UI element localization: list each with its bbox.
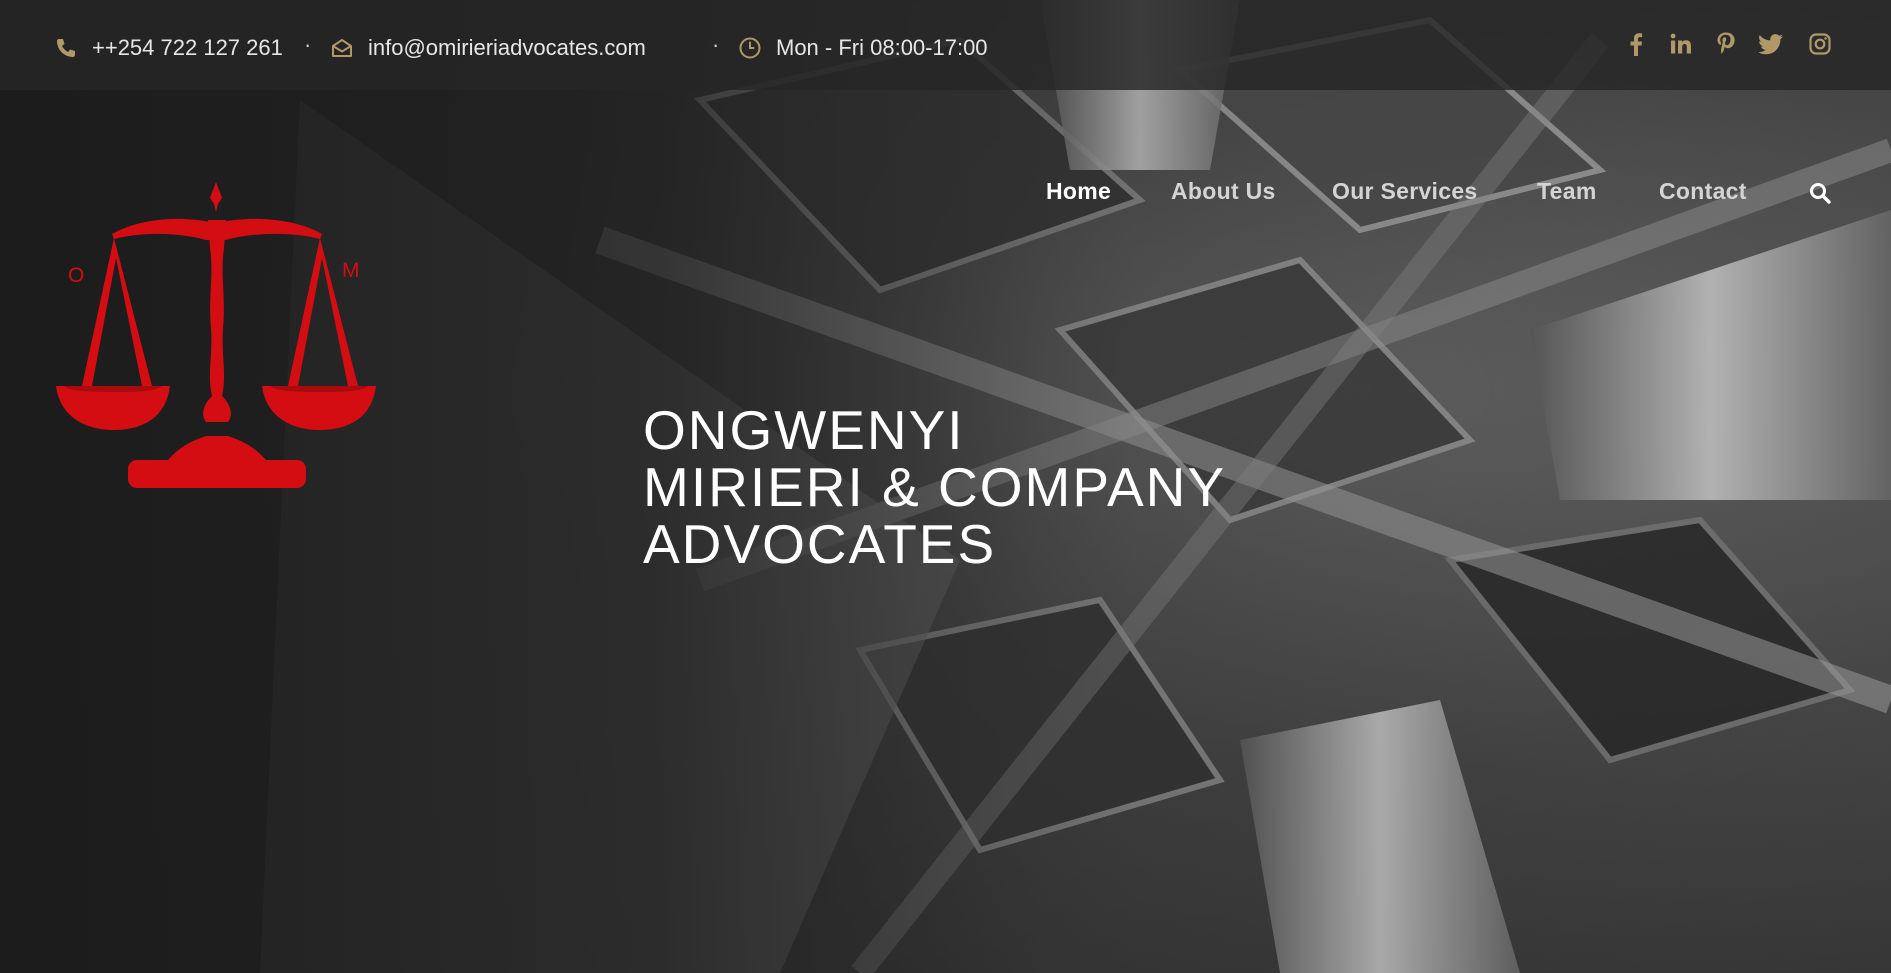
nav-our-services[interactable]: Our Services — [1332, 178, 1478, 205]
twitter-link[interactable] — [1755, 28, 1787, 60]
facebook-icon — [1630, 33, 1643, 56]
email-contact[interactable]: info@omirieriadvocates.com — [330, 30, 646, 66]
twitter-icon — [1758, 34, 1783, 55]
opening-hours: Mon - Fri 08:00-17:00 — [776, 35, 988, 60]
nav-about-us[interactable]: About Us — [1171, 178, 1276, 205]
scales-of-justice-logo[interactable]: O M — [50, 178, 385, 493]
search-icon — [1810, 183, 1831, 204]
instagram-link[interactable] — [1804, 28, 1836, 60]
headline-line-1: ONGWENYI — [643, 399, 965, 461]
pinterest-link[interactable] — [1710, 28, 1742, 60]
logo-letter-o: O — [68, 264, 84, 287]
hours-info: Mon - Fri 08:00-17:00 — [738, 30, 988, 66]
clock-icon — [739, 37, 761, 59]
phone-contact[interactable]: ++254 722 127 261 — [54, 30, 283, 66]
phone-icon — [57, 39, 75, 57]
instagram-icon — [1809, 33, 1831, 55]
pinterest-icon — [1717, 32, 1735, 54]
linkedin-icon — [1670, 33, 1691, 54]
nav-home[interactable]: Home — [1046, 178, 1111, 205]
envelope-open-icon — [332, 39, 352, 57]
top-contact-bar: ++254 722 127 261 · info@omirieriadvocat… — [0, 0, 1891, 90]
nav-contact[interactable]: Contact — [1659, 178, 1747, 205]
separator: · — [712, 32, 720, 57]
linkedin-link[interactable] — [1665, 28, 1697, 60]
email-address[interactable]: info@omirieriadvocates.com — [368, 35, 646, 61]
headline-line-2: MIRIERI & COMPANY — [643, 456, 1227, 518]
facebook-link[interactable] — [1620, 28, 1652, 60]
nav-team[interactable]: Team — [1537, 178, 1597, 205]
logo-letter-m: M — [342, 259, 360, 282]
hero-headline: ONGWENYI MIRIERI & COMPANY ADVOCATES — [643, 402, 1343, 573]
search-button[interactable] — [1805, 178, 1835, 208]
phone-number[interactable]: ++254 722 127 261 — [92, 35, 283, 61]
separator: · — [304, 32, 312, 57]
headline-line-3: ADVOCATES — [643, 513, 997, 575]
